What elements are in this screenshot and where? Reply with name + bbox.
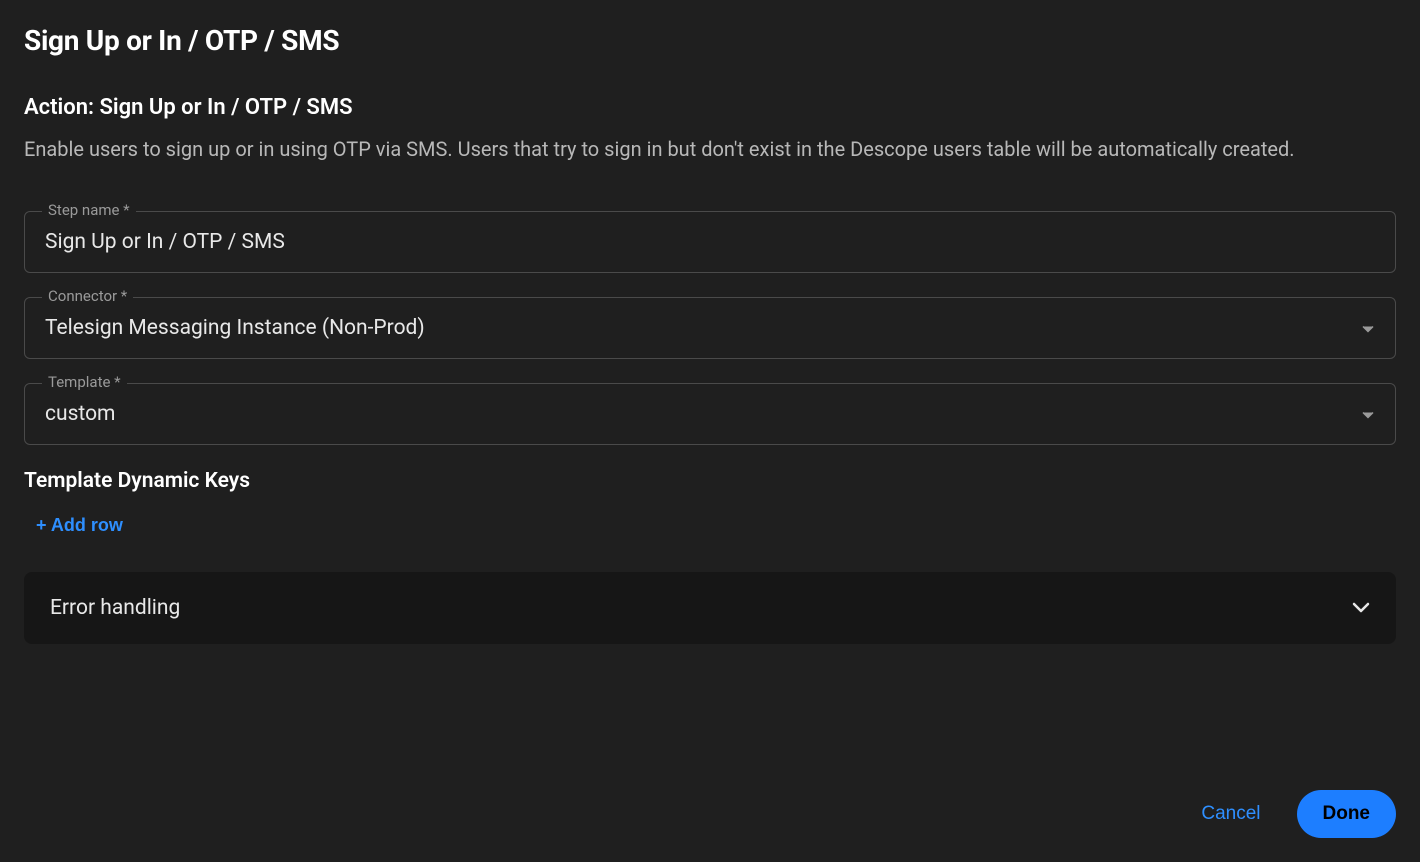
chevron-down-icon <box>1352 599 1370 618</box>
template-field-wrapper: Template * custom <box>24 383 1396 445</box>
error-handling-accordion[interactable]: Error handling <box>24 572 1396 644</box>
done-button[interactable]: Done <box>1297 790 1397 838</box>
step-name-input[interactable] <box>24 211 1396 273</box>
page-title: Sign Up or In / OTP / SMS <box>24 24 1396 57</box>
step-name-label: Step name * <box>42 201 136 219</box>
connector-select[interactable]: Telesign Messaging Instance (Non-Prod) <box>24 297 1396 359</box>
error-handling-title: Error handling <box>50 596 180 620</box>
cancel-button[interactable]: Cancel <box>1193 791 1268 837</box>
connector-label: Connector * <box>42 287 133 305</box>
step-name-field-wrapper: Step name * <box>24 211 1396 273</box>
add-row-button[interactable]: + Add row <box>24 515 135 536</box>
dynamic-keys-title: Template Dynamic Keys <box>24 469 1396 493</box>
template-label: Template * <box>42 373 127 391</box>
action-description: Enable users to sign up or in using OTP … <box>24 134 1364 165</box>
footer-buttons: Cancel Done <box>1193 790 1396 838</box>
template-select[interactable]: custom <box>24 383 1396 445</box>
action-title: Action: Sign Up or In / OTP / SMS <box>24 95 1396 120</box>
connector-field-wrapper: Connector * Telesign Messaging Instance … <box>24 297 1396 359</box>
